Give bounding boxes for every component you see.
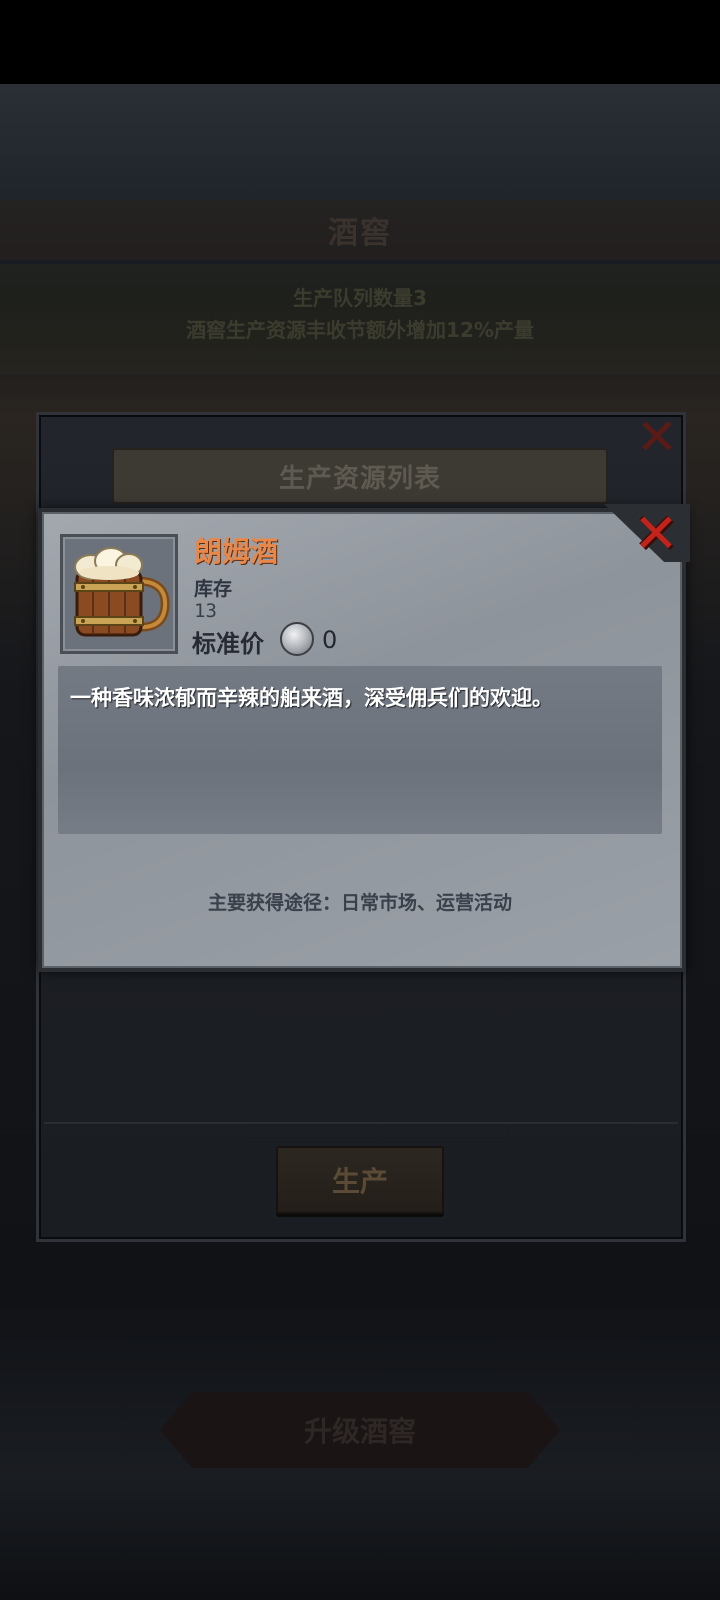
produce-button-label: 生产: [331, 1165, 388, 1198]
stock-value: 13: [194, 600, 217, 622]
close-icon[interactable]: ✕: [628, 506, 684, 562]
divider: [44, 1122, 678, 1124]
item-name: 朗姆酒: [194, 535, 279, 568]
status-bar: [0, 0, 720, 84]
resource-list-title: 生产资源列表: [278, 463, 441, 494]
resource-list-title-bar: 生产资源列表: [112, 448, 608, 504]
produce-button[interactable]: 生产: [276, 1146, 444, 1214]
bonus-text: 酒窖生产资源丰收节额外增加12%产量: [186, 318, 534, 342]
list-close-icon[interactable]: ✕: [632, 412, 682, 462]
upgrade-cellar-button[interactable]: 升级酒窖: [160, 1392, 560, 1468]
price-label: 标准价: [192, 630, 264, 658]
item-icon-frame: [60, 534, 178, 654]
screen-title: 酒窖: [328, 216, 392, 251]
price-value: 0: [322, 626, 338, 654]
upgrade-cellar-label: 升级酒窖: [303, 1415, 416, 1448]
queue-count-text: 生产队列数量3: [293, 286, 427, 310]
stock-label: 库存: [194, 578, 233, 600]
beer-mug-icon: [74, 547, 170, 637]
silver-coin-icon: [280, 622, 314, 656]
acquisition-source: 主要获得途径：日常市场、运营活动: [207, 892, 512, 914]
item-description: 一种香味浓郁而辛辣的舶来酒，深受佣兵们的欢迎。: [70, 686, 553, 710]
